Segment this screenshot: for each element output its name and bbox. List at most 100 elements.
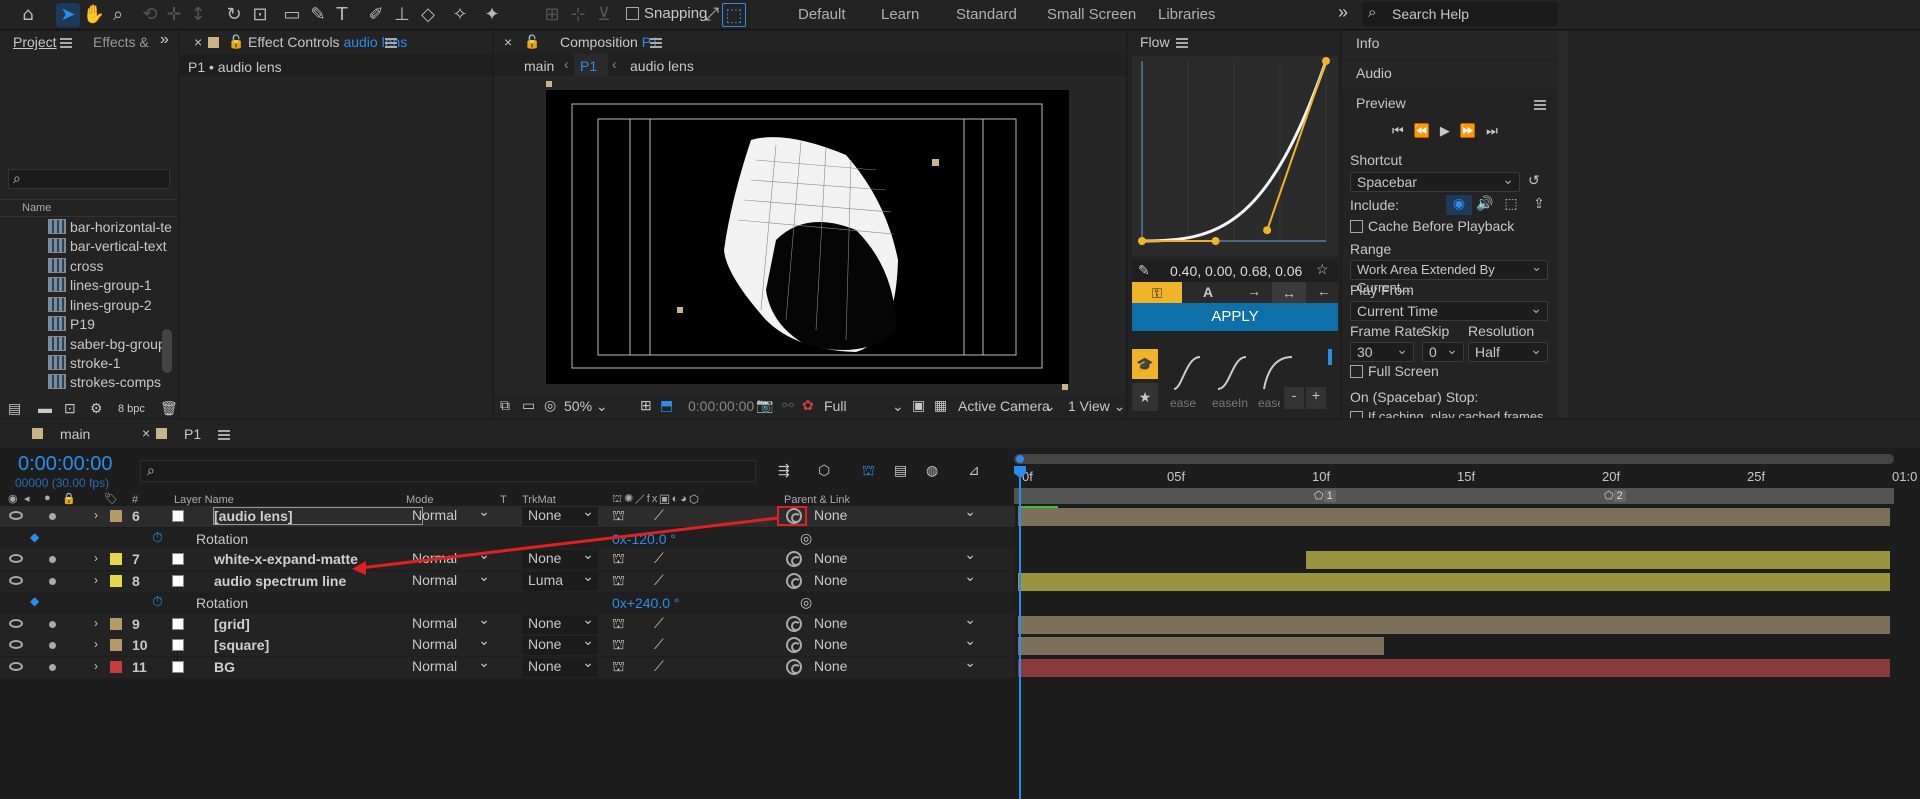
- minus-button[interactable]: -: [1284, 387, 1304, 409]
- quality-switch-icon[interactable]: ⟋: [654, 615, 664, 632]
- label-icon[interactable]: 🏷: [104, 492, 118, 505]
- zoom-select[interactable]: 50% ⌄: [564, 398, 608, 415]
- marker-2[interactable]: ⬠ 2: [1604, 489, 1626, 502]
- property-value[interactable]: 0x-120.0 °: [612, 531, 676, 547]
- mode-select[interactable]: Normal: [408, 632, 494, 655]
- composition-title[interactable]: Composition P1: [560, 34, 659, 50]
- flow-curve[interactable]: [1132, 56, 1338, 256]
- trkmat-select[interactable]: None: [522, 654, 598, 677]
- layer-name[interactable]: audio spectrum line: [214, 573, 346, 589]
- cache-checkbox[interactable]: [1350, 220, 1363, 233]
- timeline-search-input[interactable]: ⌕: [140, 460, 756, 482]
- new-comp-icon[interactable]: ⊡: [64, 400, 76, 417]
- layer-name[interactable]: [audio lens]: [213, 507, 423, 525]
- mode-select[interactable]: Normal: [408, 568, 494, 591]
- flow-curve-editor[interactable]: [1132, 56, 1338, 256]
- trkmat-select[interactable]: None: [522, 632, 598, 655]
- project-item[interactable]: strokes-comps: [48, 371, 161, 393]
- plus-button[interactable]: +: [1306, 387, 1326, 409]
- quality-switch-icon[interactable]: ⟋: [654, 550, 664, 567]
- timeline-tab-main[interactable]: main: [60, 426, 90, 442]
- motion-blur-icon[interactable]: ◍: [926, 462, 938, 479]
- pen-tool-icon[interactable]: ✎: [306, 3, 330, 27]
- layer-duration-bar[interactable]: [1018, 658, 1890, 677]
- draft-3d-icon[interactable]: ⬡: [818, 462, 830, 479]
- project-item[interactable]: lines-group-1: [48, 274, 152, 296]
- first-frame-icon[interactable]: ⏮: [1392, 123, 1414, 138]
- label-color[interactable]: [110, 553, 122, 565]
- start-point[interactable]: [1138, 237, 1146, 245]
- shy-switch-icon[interactable]: ⛫: [612, 615, 625, 634]
- marker-bar[interactable]: [1014, 488, 1894, 504]
- expand-chevron-icon[interactable]: ›: [94, 573, 98, 587]
- layer-name[interactable]: BG: [214, 659, 235, 675]
- end-point[interactable]: [1322, 57, 1330, 65]
- home-icon[interactable]: ⌂: [16, 3, 40, 27]
- brush-tool-icon[interactable]: ✐: [364, 3, 388, 27]
- edit-icon[interactable]: ✎: [1138, 262, 1150, 279]
- property-value[interactable]: 0x+240.0 °: [612, 595, 679, 611]
- channel-icon[interactable]: ✿: [802, 397, 814, 414]
- mode-header[interactable]: Mode: [406, 494, 434, 506]
- preview-menu-icon[interactable]: [1534, 100, 1546, 110]
- quality-switch-icon[interactable]: ⟋: [654, 658, 664, 675]
- local-axis-icon[interactable]: ⊞: [540, 3, 564, 27]
- project-menu-icon[interactable]: [60, 38, 72, 48]
- fullscreen-checkbox[interactable]: [1350, 365, 1363, 378]
- graph-editor-icon[interactable]: ⊿: [968, 462, 980, 479]
- clone-stamp-icon[interactable]: ⊥: [390, 3, 414, 27]
- rectangle-tool-icon[interactable]: ▭: [280, 3, 304, 27]
- workspace-small-screen[interactable]: Small Screen: [1047, 6, 1136, 23]
- close-icon[interactable]: ×: [142, 425, 150, 441]
- timeline-menu-icon[interactable]: [218, 430, 230, 440]
- orbit-camera-icon[interactable]: ⟲: [138, 3, 162, 27]
- quality-switch-icon[interactable]: ⟋: [654, 636, 664, 653]
- parent-select[interactable]: None: [810, 611, 982, 634]
- arrow-right-icon[interactable]: →: [1240, 283, 1268, 299]
- handle-1-point[interactable]: [1211, 237, 1220, 245]
- visibility-eye-icon[interactable]: [9, 554, 23, 563]
- visibility-eye-icon[interactable]: [9, 575, 23, 585]
- grid-icon[interactable]: ⊞: [640, 397, 652, 414]
- crumb-audio-lens[interactable]: audio lens: [630, 58, 694, 74]
- layer-name-header[interactable]: Layer Name: [174, 494, 234, 506]
- settings-icon[interactable]: ⚙: [90, 400, 103, 417]
- hand-tool-icon[interactable]: ✋: [82, 3, 106, 27]
- layer-row[interactable]: › 6 [audio lens] Normal None ⛫ ⟋ None: [0, 503, 1015, 527]
- layer-row[interactable]: › 10 [square] Normal None ⛫ ⟋ None: [0, 632, 1015, 656]
- ifcaching-checkbox[interactable]: [1350, 411, 1363, 418]
- visibility-eye-icon[interactable]: [9, 661, 23, 671]
- mask-visibility-icon[interactable]: ⬒: [660, 397, 673, 414]
- frame-blending-icon[interactable]: ▤: [894, 462, 907, 479]
- rotate-tool-icon[interactable]: ↻: [222, 3, 246, 27]
- label-color[interactable]: [110, 660, 122, 673]
- reset-icon[interactable]: ↺: [1528, 172, 1540, 189]
- snap-edges-icon[interactable]: ⬚: [722, 3, 746, 27]
- vr-icon[interactable]: ◎: [544, 397, 556, 414]
- project-scrollbar[interactable]: [162, 329, 172, 373]
- t-header[interactable]: T: [500, 494, 507, 506]
- audio-tab[interactable]: Audio: [1342, 61, 1557, 89]
- trkmat-header[interactable]: TrkMat: [522, 494, 556, 506]
- eraser-tool-icon[interactable]: ◇: [416, 3, 440, 27]
- show-snapshot-icon[interactable]: ⚯: [782, 397, 794, 414]
- interpret-footage-icon[interactable]: ▤: [8, 400, 21, 417]
- workspace-libraries[interactable]: Libraries: [1158, 6, 1216, 23]
- monitor-icon[interactable]: ▭: [522, 397, 535, 414]
- trash-icon[interactable]: 🗑: [160, 400, 178, 417]
- anchor-tool-icon[interactable]: ⊡: [248, 3, 272, 27]
- current-time[interactable]: 0:00:00:00: [688, 398, 754, 414]
- trkmat-select[interactable]: None: [522, 503, 598, 526]
- parent-select[interactable]: None: [810, 546, 982, 569]
- keyframe-nav-icon[interactable]: ◆: [30, 530, 39, 544]
- project-item[interactable]: bar-vertical-text: [48, 235, 166, 257]
- shortcut-select[interactable]: Spacebar: [1350, 170, 1520, 192]
- project-item[interactable]: P19: [48, 313, 95, 335]
- shy-switch-icon[interactable]: ⛫: [612, 572, 625, 591]
- layer-duration-bar[interactable]: [1018, 615, 1890, 634]
- time-ruler[interactable]: 0f 05f 10f 15f 20f 25f 01:0: [1014, 466, 1917, 490]
- visibility-eye-icon[interactable]: [9, 511, 23, 520]
- shy-switch-icon[interactable]: ⛫: [612, 507, 625, 526]
- selection-tool-icon[interactable]: ➤: [56, 3, 80, 27]
- parent-select[interactable]: None: [810, 503, 982, 526]
